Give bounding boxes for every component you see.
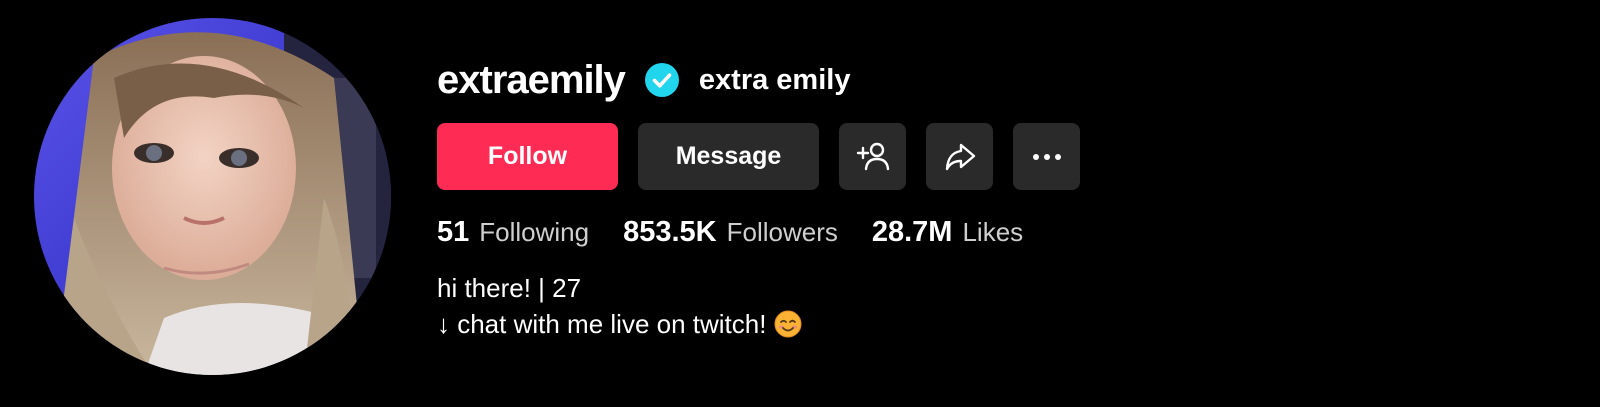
followers-stat[interactable]: 853.5K Followers [623,216,838,249]
following-label: Following [479,216,590,247]
bio-line-2-container: ↓ chat with me live on twitch! [437,306,802,342]
following-count: 51 [437,215,470,248]
likes-count: 28.7M [871,215,953,248]
followers-count: 853.5K [623,215,717,248]
avatar-photo [34,18,391,375]
more-horizontal-icon [1032,153,1061,160]
following-stat[interactable]: 51 Following [437,216,589,249]
smiling-face-emoji-icon [774,310,802,338]
verified-check-icon [644,63,679,97]
nickname: extra emily [698,63,851,96]
profile-stats: 51 Following 853.5K Followers 28.7M Like… [437,210,1057,254]
bio: hi there! | 27 ↓ chat with me live on tw… [437,270,802,342]
message-button-label: Message [675,142,782,170]
likes-stat: 28.7M Likes [872,216,1023,249]
profile-header: extraemily extra emily Follow Message 51… [0,0,1600,407]
action-buttons: Follow Message [437,123,1080,190]
more-options-button[interactable] [1013,123,1080,190]
avatar[interactable] [34,18,391,375]
username: extraemily [437,57,626,102]
suggested-accounts-button[interactable] [839,123,906,190]
message-button[interactable]: Message [638,123,819,190]
bio-line-1: hi there! | 27 [437,273,582,303]
bio-line-2: ↓ chat with me live on twitch! [437,309,767,339]
follow-button[interactable]: Follow [437,123,618,190]
title-row: extraemily extra emily [437,52,850,108]
follow-button-label: Follow [487,142,568,170]
likes-label: Likes [962,216,1024,247]
add-friend-icon [856,142,889,170]
followers-label: Followers [726,216,838,247]
share-button[interactable] [926,123,993,190]
share-icon [945,143,975,170]
